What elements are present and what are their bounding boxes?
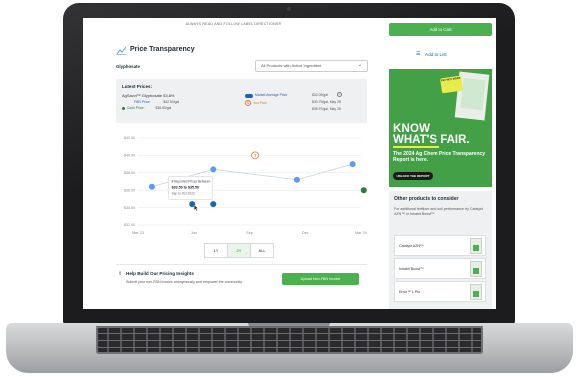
cash-price-row: Cash Price: $36.50/gal — [122, 106, 171, 110]
page-title: Price Transparency — [130, 46, 195, 53]
product-card-name: Inhabit Boost™ — [399, 267, 424, 271]
market-price-point[interactable] — [293, 176, 300, 183]
y-tick-label: $32.00 — [124, 223, 135, 227]
camera-icon — [287, 7, 291, 11]
tab-2y[interactable]: 2Y — [227, 243, 251, 258]
fbn-price-row: FBN Price: $32.50/gal — [134, 100, 179, 104]
market-price-point[interactable] — [210, 166, 217, 173]
latest-prices-title: Latest Prices: — [122, 84, 153, 89]
tab-all[interactable]: ALL — [250, 243, 274, 258]
market-price-point[interactable] — [349, 161, 356, 168]
y-tick-label: $42.00 — [124, 136, 135, 140]
insights-title: Help Build Our Pricing Insights — [126, 271, 194, 276]
upload-invoice-button[interactable]: Upload Non-FBN Invoice — [282, 273, 359, 285]
y-tick-label: $36.00 — [124, 188, 135, 192]
info-icon[interactable]: i — [337, 92, 342, 97]
x-tick-label: Dec — [302, 231, 309, 235]
cash-price-value: $36.50/gal — [155, 106, 172, 110]
promo-headline-2: WHAT'S FAIR. — [393, 134, 470, 146]
unlock-report-button[interactable]: UNLOCK THE REPORT — [393, 172, 433, 180]
cursor-icon — [194, 204, 199, 212]
price-chart: $32.00 $34.00 $36.00 $38.00 $40.00 $42.00 Mar … — [124, 136, 367, 235]
main-content: ALWAYS READ AND FOLLOW LABEL DIRECTIONS®… — [83, 18, 384, 309]
promo-subtitle: The 2024 Ag Chem Price Transparency Repo… — [393, 151, 486, 163]
product-image — [470, 284, 482, 300]
pricing-insights-section: ⇧ Help Build Our Pricing Insights Submit… — [116, 264, 367, 305]
list-icon: ☰ — [416, 51, 421, 57]
x-tick-label: Sep — [246, 231, 252, 235]
product-card[interactable]: Inhabit Boost™ — [394, 258, 486, 279]
cash-dot-icon — [122, 106, 125, 110]
product-card[interactable]: Envir™ L Pro — [394, 281, 486, 302]
fbn-price-label: FBN Price: — [134, 100, 151, 104]
cash-price-label: Cash Price: — [126, 106, 145, 110]
other-products-desc: For additional fertilizer and soil perfo… — [394, 207, 483, 216]
report-promo-banner[interactable]: PAY NOT MORE KNOW WHAT'S FAIR. The 2024 … — [389, 69, 492, 187]
y-tick-label: $40.00 — [124, 154, 135, 158]
label-directions-banner: ALWAYS READ AND FOLLOW LABEL DIRECTIONS® — [185, 22, 282, 26]
y-tick-label: $38.00 — [124, 171, 135, 175]
tab-1y[interactable]: 1Y — [204, 243, 228, 258]
x-tick-label: Mar '23 — [132, 231, 144, 235]
cash-price-point[interactable] — [360, 187, 367, 194]
add-to-list-link[interactable]: Add to List — [425, 52, 447, 57]
tooltip-line-3: Sep to Oct 2023 — [172, 191, 195, 195]
add-to-cart-button[interactable]: Add to Cart — [389, 23, 492, 36]
report-cover-inner — [460, 77, 486, 111]
x-tick-label: Mar '24 — [355, 231, 367, 235]
tooltip-line-1: 8 Reported Prices Between — [172, 179, 211, 183]
upload-icon: ⇧ — [118, 271, 123, 277]
product-card-name: Catalyst AZN™ — [399, 244, 424, 248]
y-tick-label: $34.00 — [124, 206, 135, 210]
x-tick-label: Jun — [191, 231, 197, 235]
price-chart-icon — [116, 46, 127, 55]
market-average-label: Market Average Price — [255, 93, 288, 97]
promo-headline-1: KNOW — [393, 123, 431, 135]
latest-prices-panel: Latest Prices: AgSavvi™ Glyphosate 53.8%… — [116, 79, 367, 123]
insights-text: Submit your non-FBN invoice anonymously … — [126, 280, 243, 284]
product-image — [470, 261, 482, 277]
product-image — [470, 238, 482, 254]
other-products-panel: Other products to consider For additiona… — [389, 191, 492, 309]
other-products-title: Other products to consider — [394, 196, 459, 202]
market-average-toggle[interactable] — [245, 94, 253, 98]
product-card-name: Envir™ L Pro — [399, 290, 421, 294]
filter-value: All Products with Active Ingredient — [261, 63, 322, 68]
promo-sticker: PAY NOT MORE — [440, 75, 463, 94]
product-card[interactable]: Catalyst AZN™ — [394, 235, 486, 256]
product-label: Glyphosate — [116, 64, 140, 69]
market-price-high: $35.97/gal, May 25 — [312, 107, 341, 111]
you-paid-label: You Paid — [253, 101, 267, 105]
keyboard — [96, 326, 483, 354]
market-price-low: $30.79/gal, May 25 — [312, 100, 341, 104]
product-filter-select[interactable]: All Products with Active Ingredient ⌄ — [255, 60, 368, 72]
market-price-value: $32.09/gal — [312, 93, 328, 97]
chevron-down-icon: ⌄ — [357, 62, 362, 68]
sidebar: Add to Cart ☰ Add to List PAY NOT MORE K… — [389, 18, 492, 309]
product-name: AgSavvi™ Glyphosate 53.8% — [122, 93, 175, 98]
you-paid-icon: $ — [245, 100, 251, 106]
fbn-price-point[interactable] — [210, 201, 217, 208]
screen: ALWAYS READ AND FOLLOW LABEL DIRECTIONS®… — [83, 18, 496, 309]
market-price-point[interactable] — [148, 183, 155, 190]
you-paid-marker-label: $ — [254, 154, 256, 158]
promo-underline — [393, 146, 439, 148]
tooltip-line-2: $33.59 to $35.50 — [172, 185, 199, 189]
fbn-price-value: $32.50/gal — [163, 100, 180, 104]
